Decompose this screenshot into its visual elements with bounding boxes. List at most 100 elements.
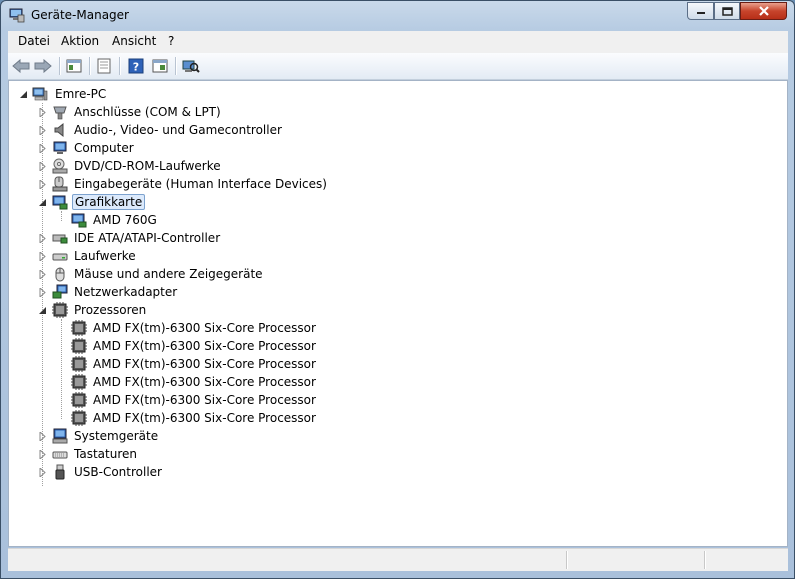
mouse-icon bbox=[55, 267, 65, 282]
maximize-button[interactable] bbox=[714, 2, 740, 20]
toolbar: ? bbox=[8, 53, 788, 80]
maximize-icon bbox=[721, 6, 733, 16]
menu-datei[interactable]: Datei bbox=[18, 34, 50, 48]
category-label: Audio-, Video- und Gamecontroller bbox=[74, 123, 282, 137]
expanded-arrow-icon bbox=[39, 199, 46, 206]
console-tree-button[interactable] bbox=[64, 56, 84, 76]
device-manager-window: Geräte-Manager Datei Aktion Ansicht ? ? … bbox=[0, 0, 795, 579]
processor-icon bbox=[71, 410, 87, 426]
status-divider bbox=[704, 551, 705, 569]
collapsed-arrow-icon bbox=[39, 288, 46, 297]
processor-icon bbox=[71, 338, 87, 354]
properties-button[interactable] bbox=[94, 56, 114, 76]
tree-category[interactable]: Anschlüsse (COM & LPT) bbox=[36, 103, 336, 121]
tree-device[interactable]: AMD FX(tm)-6300 Six-Core Processor bbox=[55, 355, 375, 373]
status-divider bbox=[566, 551, 567, 569]
title-bar[interactable]: Geräte-Manager bbox=[1, 1, 794, 31]
status-bar bbox=[8, 548, 788, 571]
category-label: Eingabegeräte (Human Interface Devices) bbox=[74, 177, 327, 191]
collapsed-arrow-icon bbox=[39, 270, 46, 279]
collapsed-arrow-icon bbox=[39, 252, 46, 261]
device-manager-icon bbox=[9, 8, 25, 23]
menu-aktion[interactable]: Aktion bbox=[61, 34, 99, 48]
category-label: Computer bbox=[74, 141, 134, 155]
collapsed-arrow-icon bbox=[39, 126, 46, 135]
tree-category[interactable]: USB-Controller bbox=[36, 463, 336, 481]
close-button[interactable] bbox=[740, 2, 787, 20]
tree-category[interactable]: DVD/CD-ROM-Laufwerke bbox=[36, 157, 336, 175]
ide-controller-icon bbox=[52, 234, 68, 244]
tree-category[interactable]: Audio-, Video- und Gamecontroller bbox=[36, 121, 336, 139]
tree-root[interactable]: Emre-PC bbox=[17, 85, 217, 103]
tree-device[interactable]: AMD FX(tm)-6300 Six-Core Processor bbox=[55, 391, 375, 409]
category-label: USB-Controller bbox=[74, 465, 162, 479]
tree-device[interactable]: AMD 760G bbox=[55, 211, 355, 229]
device-label: AMD FX(tm)-6300 Six-Core Processor bbox=[93, 357, 316, 371]
device-label: AMD FX(tm)-6300 Six-Core Processor bbox=[93, 393, 316, 407]
collapsed-arrow-icon bbox=[39, 450, 46, 459]
device-label: AMD FX(tm)-6300 Six-Core Processor bbox=[93, 375, 316, 389]
keyboard-icon bbox=[52, 451, 68, 459]
computer-icon bbox=[32, 87, 48, 101]
help-button[interactable]: ? bbox=[126, 56, 146, 76]
category-label: Laufwerke bbox=[74, 249, 136, 263]
close-icon bbox=[758, 5, 769, 16]
device-label: AMD FX(tm)-6300 Six-Core Processor bbox=[93, 321, 316, 335]
minimize-icon bbox=[696, 12, 705, 14]
menu-help[interactable]: ? bbox=[168, 34, 174, 48]
tree-category[interactable]: Tastaturen bbox=[36, 445, 336, 463]
tree-category[interactable]: Systemgeräte bbox=[36, 427, 336, 445]
tree-category[interactable]: IDE ATA/ATAPI-Controller bbox=[36, 229, 336, 247]
expanded-arrow-icon bbox=[39, 307, 46, 314]
tree-category-selected[interactable]: Grafikkarte bbox=[36, 193, 336, 211]
collapsed-arrow-icon bbox=[39, 432, 46, 441]
window-title: Geräte-Manager bbox=[31, 8, 129, 22]
tree-device[interactable]: AMD FX(tm)-6300 Six-Core Processor bbox=[55, 319, 375, 337]
forward-icon bbox=[34, 59, 52, 73]
device-tree[interactable]: Emre-PC Anschlüsse (COM & LPT) Audio-, V… bbox=[8, 80, 788, 547]
category-label: Netzwerkadapter bbox=[74, 285, 178, 299]
back-button[interactable] bbox=[11, 56, 31, 76]
tree-device[interactable]: AMD FX(tm)-6300 Six-Core Processor bbox=[55, 409, 375, 427]
collapsed-arrow-icon bbox=[39, 180, 46, 189]
tree-category[interactable]: Mäuse und andere Zeigegeräte bbox=[36, 265, 336, 283]
tree-device[interactable]: AMD FX(tm)-6300 Six-Core Processor bbox=[55, 337, 375, 355]
port-icon bbox=[53, 106, 67, 120]
processor-icon bbox=[52, 302, 68, 318]
tree-category[interactable]: Computer bbox=[36, 139, 336, 157]
back-icon bbox=[12, 59, 30, 73]
collapsed-arrow-icon bbox=[39, 468, 46, 477]
toolbar-separator bbox=[89, 57, 90, 75]
disk-drive-icon bbox=[52, 253, 68, 261]
category-label: DVD/CD-ROM-Laufwerke bbox=[74, 159, 221, 173]
category-label: Mäuse und andere Zeigegeräte bbox=[74, 267, 263, 281]
display-adapter-icon bbox=[52, 195, 68, 210]
collapsed-arrow-icon bbox=[39, 144, 46, 153]
toolbar-separator bbox=[119, 57, 120, 75]
tree-category[interactable]: Netzwerkadapter bbox=[36, 283, 336, 301]
device-label: AMD FX(tm)-6300 Six-Core Processor bbox=[93, 411, 316, 425]
scan-hardware-button[interactable] bbox=[181, 56, 201, 76]
system-device-icon bbox=[52, 428, 68, 444]
svg-text:?: ? bbox=[133, 61, 139, 74]
tree-device[interactable]: AMD FX(tm)-6300 Six-Core Processor bbox=[55, 373, 375, 391]
tree-category[interactable]: Prozessoren bbox=[36, 301, 336, 319]
category-label: IDE ATA/ATAPI-Controller bbox=[74, 231, 221, 245]
hid-icon bbox=[52, 176, 68, 192]
category-label: Anschlüsse (COM & LPT) bbox=[74, 105, 221, 119]
forward-button[interactable] bbox=[33, 56, 53, 76]
speaker-icon bbox=[54, 122, 64, 138]
menu-ansicht[interactable]: Ansicht bbox=[112, 34, 156, 48]
scan-hardware-icon bbox=[182, 60, 200, 73]
toolbar-separator bbox=[175, 57, 176, 75]
tree-category[interactable]: Laufwerke bbox=[36, 247, 336, 265]
device-label: AMD FX(tm)-6300 Six-Core Processor bbox=[93, 339, 316, 353]
tree-category[interactable]: Eingabegeräte (Human Interface Devices) bbox=[36, 175, 356, 193]
collapsed-arrow-icon bbox=[39, 162, 46, 171]
processor-icon bbox=[71, 320, 87, 336]
category-label: Grafikkarte bbox=[72, 194, 146, 210]
minimize-button[interactable] bbox=[687, 2, 714, 20]
collapsed-arrow-icon bbox=[39, 108, 46, 117]
show-hide-button[interactable] bbox=[150, 56, 170, 76]
dvd-drive-icon bbox=[52, 158, 68, 174]
